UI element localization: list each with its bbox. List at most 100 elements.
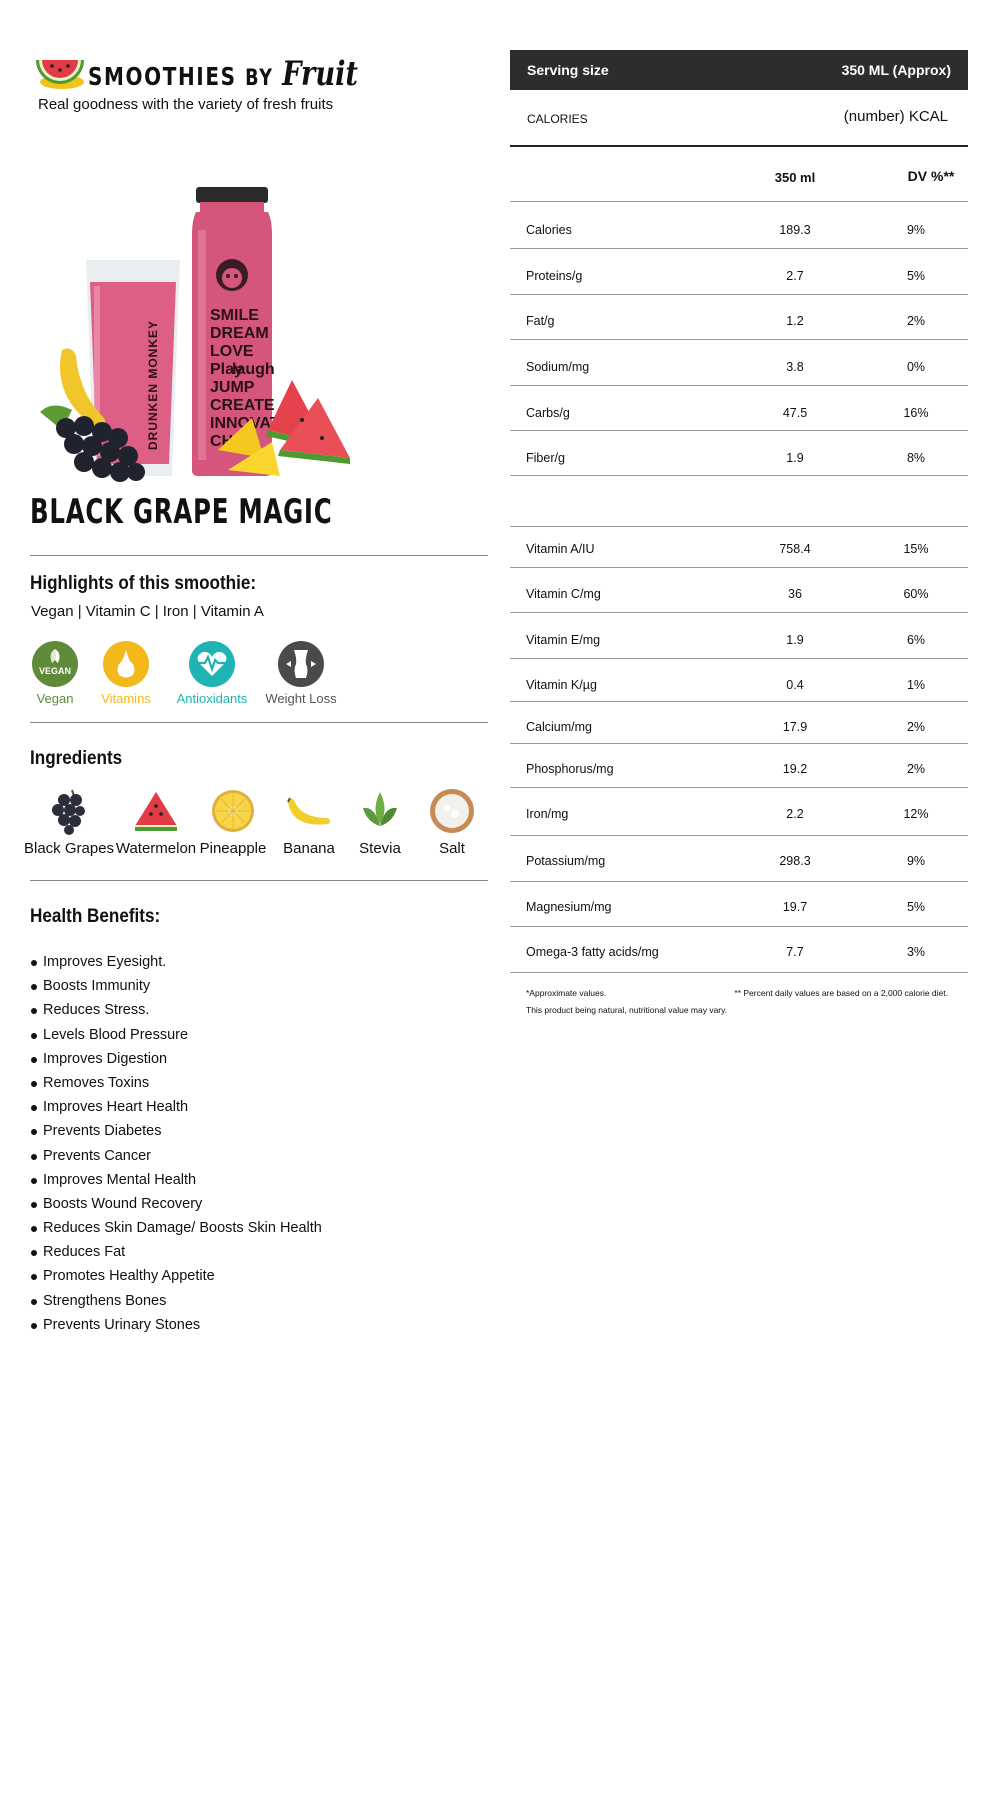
benefit-item: Prevents Diabetes xyxy=(30,1119,322,1143)
footnote-daily-values: ** Percent daily values are based on a 2… xyxy=(734,988,948,998)
watermelon-logo-icon xyxy=(36,60,84,89)
nutrient-dv: 15% xyxy=(903,542,929,556)
benefit-item: Improves Eyesight. xyxy=(30,950,322,974)
footnote-approximate: *Approximate values. xyxy=(526,988,607,998)
nutrient-name: Proteins/g xyxy=(526,269,583,283)
nutrient-value: 47.5 xyxy=(782,406,808,420)
nutrient-name: Vitamin A/IU xyxy=(526,542,595,556)
nutrient-dv: 9% xyxy=(906,223,926,237)
header-row xyxy=(510,50,968,202)
nutrient-dv: 12% xyxy=(903,807,929,821)
divider xyxy=(30,555,488,556)
badge-label: Weight Loss xyxy=(265,691,337,706)
nutrient-name: Vitamin K/µg xyxy=(526,678,597,692)
benefit-item: Strengthens Bones xyxy=(30,1289,322,1313)
ingredient-salt: Salt xyxy=(407,786,497,857)
ingredient-label: Black Grapes xyxy=(24,840,115,857)
benefit-item: Promotes Healthy Appetite xyxy=(30,1264,322,1288)
nutrient-name: Calories xyxy=(526,223,572,237)
black-grapes-icon xyxy=(52,789,85,835)
salt-bowl-icon xyxy=(430,789,474,833)
heartbeat-icon xyxy=(189,641,235,687)
nutrient-name: Vitamin E/mg xyxy=(526,633,601,647)
nutrient-value: 3.8 xyxy=(786,360,804,374)
nutrient-value: 2.2 xyxy=(786,807,804,821)
pineapple-icon xyxy=(212,790,254,832)
ingredients-heading: Ingredients xyxy=(30,748,123,769)
benefit-item: Prevents Cancer xyxy=(30,1144,322,1168)
highlights-text: Vegan | Vitamin C | Iron | Vitamin A xyxy=(31,603,264,620)
nutrient-dv: 16% xyxy=(903,406,929,420)
watermelon-slices xyxy=(266,380,350,464)
nutrient-value: 7.7 xyxy=(786,945,804,959)
svg-text:VEGAN: VEGAN xyxy=(39,666,71,676)
benefit-item: Improves Heart Health xyxy=(30,1095,322,1119)
nutrient-value: 19.2 xyxy=(782,762,808,776)
banana-icon xyxy=(287,797,330,825)
nutrient-dv: 9% xyxy=(906,854,926,868)
nutrient-dv: 2% xyxy=(906,314,926,328)
nutrient-value: 1.9 xyxy=(786,633,804,647)
nutrient-name: Vitamin C/mg xyxy=(526,587,601,601)
watermelon-icon xyxy=(135,792,177,831)
vegan-leaf-icon: VEGAN xyxy=(32,641,78,687)
nutrient-name: Carbs/g xyxy=(526,406,570,420)
nutrient-value: 189.3 xyxy=(779,223,811,237)
smoothie-product-image: SMILEDREAMLOVEPlaylaughJUMPCREATEINNOVAT… xyxy=(40,187,350,482)
nutrient-name: Fat/g xyxy=(526,314,555,328)
brand-name-main: SMOOTHIES xyxy=(88,62,237,91)
footnote-natural: This product being natural, nutritional … xyxy=(526,1005,728,1015)
benefit-item: Prevents Urinary Stones xyxy=(30,1313,322,1337)
nutrient-name: Magnesium/mg xyxy=(526,900,612,914)
badge-vitamins: Vitamins xyxy=(76,641,176,706)
nutrient-value: 2.7 xyxy=(786,269,804,283)
table-row: Calcium/mg 17.9 2% xyxy=(510,702,968,744)
nutrient-value: 1.9 xyxy=(786,451,804,465)
table-row: Phosphorus/mg 19.2 2% xyxy=(510,744,968,788)
nutrient-value: 17.9 xyxy=(782,720,808,734)
benefit-item: Levels Blood Pressure xyxy=(30,1023,322,1047)
table-row: Vitamin C/mg 36 60% xyxy=(510,568,968,613)
nutrient-value: 298.3 xyxy=(779,854,811,868)
brand-name-fruit: Fruit xyxy=(282,54,358,94)
nutrient-dv: 8% xyxy=(906,451,926,465)
table-row: Magnesium/mg 19.7 5% xyxy=(510,882,968,927)
spacer-row xyxy=(510,476,968,527)
brand-name-by: BY xyxy=(245,66,274,91)
highlights-heading: Highlights of this smoothie: xyxy=(30,573,257,594)
stevia-leaf-icon xyxy=(363,792,397,826)
nutrient-dv: 3% xyxy=(906,945,926,959)
badge-weight-loss: Weight Loss xyxy=(251,641,351,706)
glass-text: DRUNKEN MONKEY xyxy=(146,320,160,450)
benefits-heading: Health Benefits: xyxy=(30,906,161,927)
table-row: Iron/mg 2.2 12% xyxy=(510,788,968,836)
benefit-item: Boosts Wound Recovery xyxy=(30,1192,322,1216)
brand-tagline: Real goodness with the variety of fresh … xyxy=(38,96,334,113)
nutrient-value: 0.4 xyxy=(786,678,804,692)
benefit-item: Removes Toxins xyxy=(30,1071,322,1095)
nutrient-name: Iron/mg xyxy=(526,807,569,821)
ingredient-black-grapes: Black Grapes xyxy=(24,786,114,857)
benefit-item: Reduces Fat xyxy=(30,1240,322,1264)
pear-icon xyxy=(103,641,149,687)
nutrient-name: Potassium/mg xyxy=(526,854,606,868)
badge-label: Vitamins xyxy=(101,691,151,706)
nutrient-value: 758.4 xyxy=(779,542,811,556)
table-row: Vitamin A/IU 758.4 15% xyxy=(510,527,968,568)
benefit-item: Reduces Skin Damage/ Boosts Skin Health xyxy=(30,1216,322,1240)
nutrient-dv: 1% xyxy=(906,678,926,692)
benefit-item: Improves Mental Health xyxy=(30,1168,322,1192)
nutrient-dv: 5% xyxy=(906,900,926,914)
brand-header: SMOOTHIES BY Fruit Real goodness with th… xyxy=(32,44,452,154)
table-row: Fiber/g 1.9 8% xyxy=(510,431,968,476)
product-title: BLACK GRAPE MAGIC xyxy=(30,492,333,532)
nutrient-name: Calcium/mg xyxy=(526,720,592,734)
nutrient-value: 36 xyxy=(788,587,802,601)
brand-name: SMOOTHIES BY Fruit xyxy=(88,54,358,94)
nutrient-name: Fiber/g xyxy=(526,451,565,465)
nutrient-name: Phosphorus/mg xyxy=(526,762,614,776)
nutrient-value: 1.2 xyxy=(786,314,804,328)
table-row: Vitamin E/mg 1.9 6% xyxy=(510,613,968,659)
benefit-item: Reduces Stress. xyxy=(30,998,322,1022)
nutrient-dv: 2% xyxy=(906,762,926,776)
